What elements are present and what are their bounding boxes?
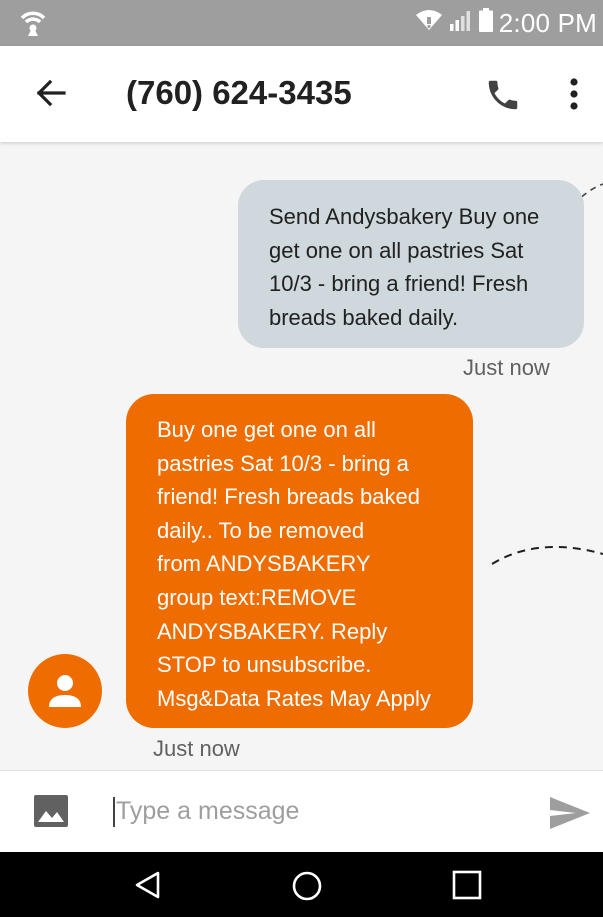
incoming-message-bubble[interactable]: Buy one get one on all pastries Sat 10/3… xyxy=(126,394,473,728)
conversation-list[interactable]: Send Andysbakery Buy one get one on all … xyxy=(0,142,603,770)
message-line: daily.. To be removed xyxy=(157,517,365,543)
compose-bar xyxy=(0,770,603,853)
outgoing-message-bubble[interactable]: Send Andysbakery Buy one get one on all … xyxy=(238,180,584,348)
battery-icon xyxy=(478,7,493,39)
phone-icon[interactable] xyxy=(484,76,522,119)
message-line: friend! Fresh breads baked xyxy=(157,484,420,510)
image-attach-icon[interactable] xyxy=(33,793,69,834)
message-line: pastries Sat 10/3 - bring a xyxy=(157,450,409,476)
hotspot-icon xyxy=(18,8,48,43)
message-line: from ANDYSBAKERY xyxy=(157,551,371,577)
message-line: breads baked daily. xyxy=(269,304,459,330)
person-icon xyxy=(49,675,81,707)
message-line: Send Andysbakery Buy one xyxy=(269,204,540,229)
status-bar: 2:00 PM xyxy=(0,0,603,46)
more-vert-icon[interactable] xyxy=(560,76,588,117)
back-arrow-icon[interactable] xyxy=(34,76,68,115)
message-line: Buy one get one on all xyxy=(157,417,376,442)
text-cursor xyxy=(113,797,115,827)
wifi-icon xyxy=(415,8,443,39)
message-line: ANDYSBAKERY. Reply xyxy=(157,618,388,644)
contact-avatar[interactable] xyxy=(28,654,102,728)
message-line: get one on all pastries Sat xyxy=(269,237,524,263)
recents-square-icon[interactable] xyxy=(452,870,482,905)
signal-icon xyxy=(449,8,473,39)
app-bar: (760) 624-3435 xyxy=(0,46,603,142)
status-time: 2:00 PM xyxy=(498,7,597,38)
back-triangle-icon[interactable] xyxy=(133,870,163,905)
message-line: Msg&Data Rates May Apply xyxy=(157,685,431,711)
contact-title: (760) 624-3435 xyxy=(126,74,352,111)
decorative-curve xyxy=(491,545,603,565)
send-icon[interactable] xyxy=(548,795,592,836)
system-nav-bar xyxy=(0,852,603,917)
message-timestamp: Just now xyxy=(463,355,550,380)
message-timestamp: Just now xyxy=(153,736,240,761)
message-input[interactable] xyxy=(116,791,516,831)
home-circle-icon[interactable] xyxy=(291,870,323,907)
message-line: STOP to unsubscribe. xyxy=(157,652,372,678)
message-line: group text:REMOVE xyxy=(157,584,357,610)
message-line: 10/3 - bring a friend! Fresh xyxy=(269,271,529,296)
